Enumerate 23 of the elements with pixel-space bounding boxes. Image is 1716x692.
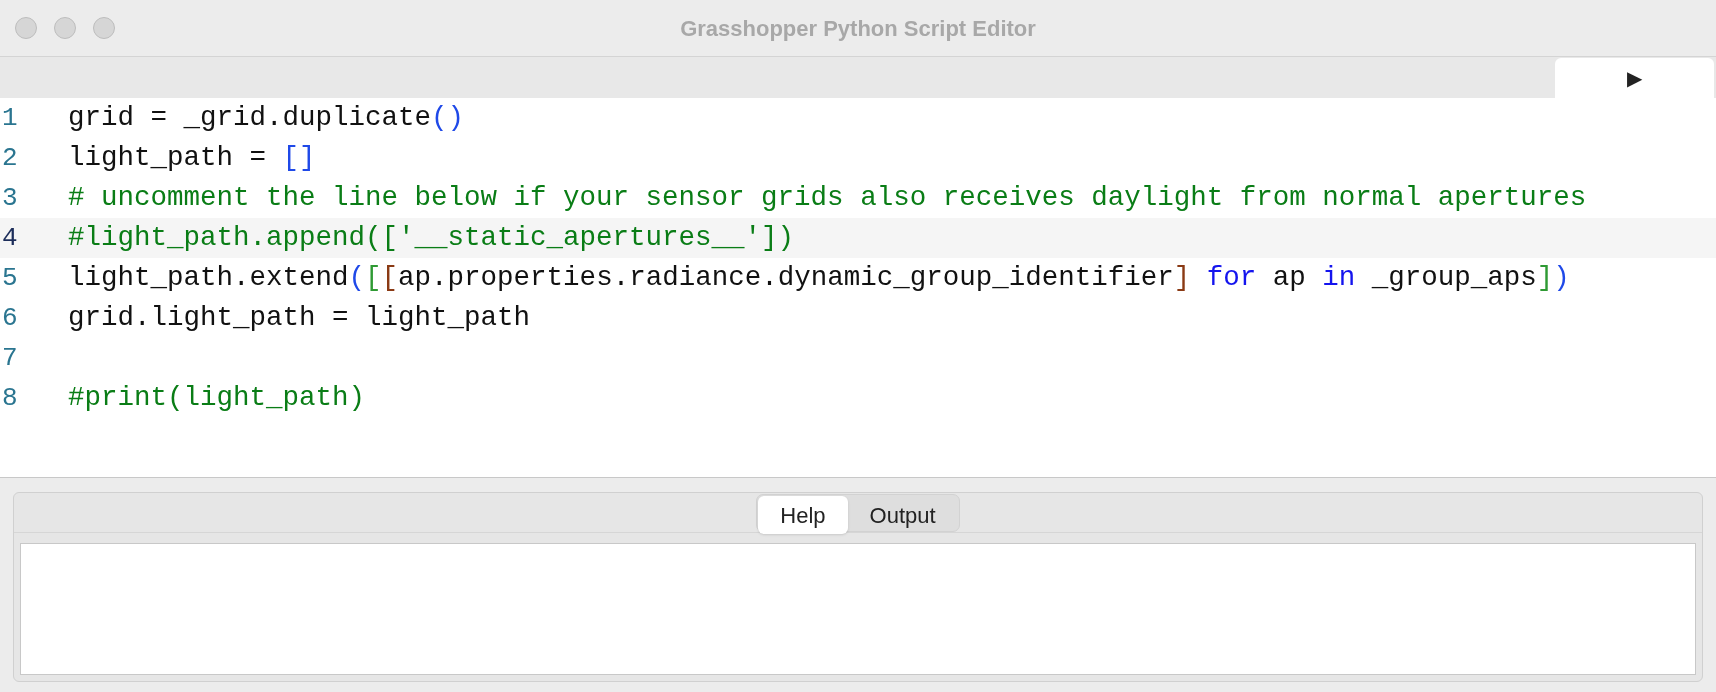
line-number: 6: [1, 301, 19, 335]
zoom-button[interactable]: [93, 17, 115, 39]
line-number: 1: [1, 101, 19, 135]
panel-tab[interactable]: Output: [847, 496, 958, 534]
run-button[interactable]: ▶: [1555, 58, 1714, 98]
line-number: 2: [1, 141, 19, 175]
line-number: 4: [1, 221, 19, 255]
panel-tab[interactable]: Help: [758, 496, 848, 534]
code-line: # uncomment the line below if your sensor grids also receives daylight from normal apertures: [68, 181, 1587, 216]
code-line: light_path = []: [68, 141, 316, 176]
code-editor[interactable]: [0, 98, 1716, 478]
code-line: light_path.extend([[ap.properties.radiance.dynamic_group_identifier] for ap in _group_aps]): [68, 261, 1570, 296]
line-number: 8: [1, 381, 19, 415]
line-number: 3: [1, 181, 19, 215]
window-title: Grasshopper Python Script Editor: [680, 14, 1036, 43]
code-line: grid = _grid.duplicate(): [68, 101, 465, 136]
line-number: 5: [1, 261, 19, 295]
close-button[interactable]: [15, 17, 37, 39]
code-line: grid.light_path = light_path: [68, 301, 531, 336]
code-line: #light_path.append(['__static_apertures__']): [68, 221, 795, 256]
line-number: 7: [1, 341, 19, 375]
minimize-button[interactable]: [54, 17, 76, 39]
code-line: #print(light_path): [68, 381, 366, 416]
